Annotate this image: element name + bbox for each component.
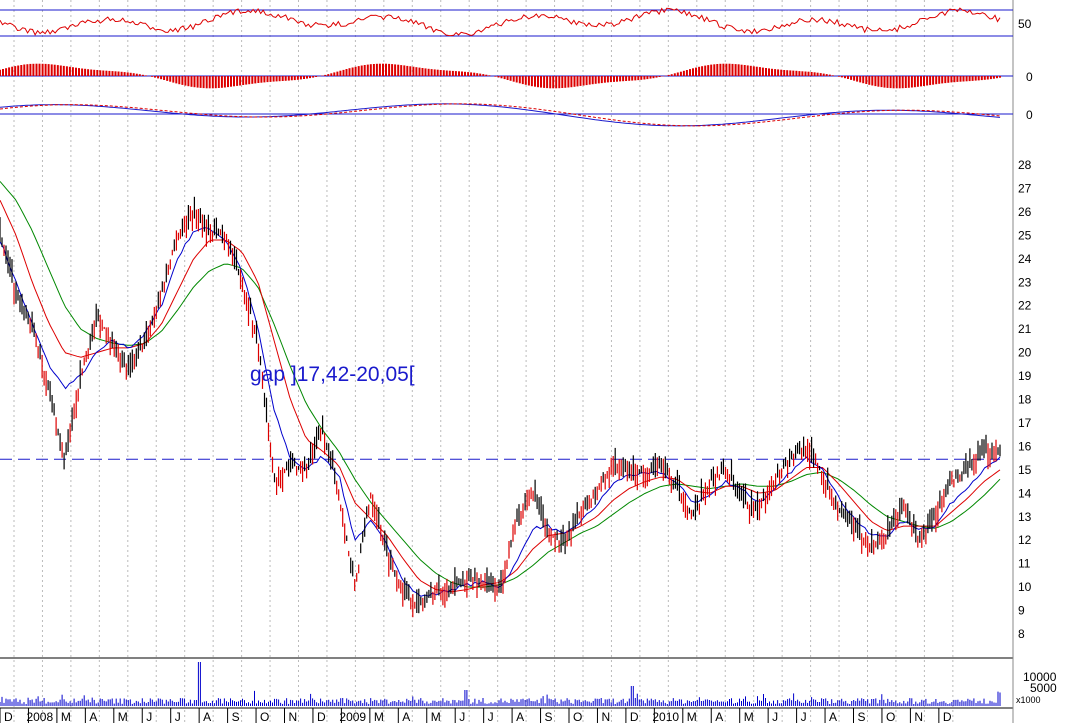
price-tick-label: 24 [1018, 252, 1032, 266]
month-label: O [886, 710, 895, 723]
month-label: D [943, 710, 952, 723]
month-grid [0, 0, 1013, 723]
month-label: J [146, 710, 152, 723]
macd-indicator-panel [0, 103, 1013, 127]
rsi-indicator-panel [0, 7, 1013, 37]
price-tick-label: 28 [1018, 158, 1032, 172]
price-tick-label: 26 [1018, 205, 1032, 219]
month-axis-labels: D 2008 M A M J J A S O N D 2009 M A M J J A S O N D 2010 M A M J J A S… [4, 710, 952, 724]
moving-average-long [0, 181, 1001, 588]
month-label: D [4, 710, 13, 723]
histogram-axis-label: 0 [1026, 70, 1033, 84]
month-label: M [744, 710, 754, 723]
month-label: M [118, 710, 128, 723]
price-tick-label: 13 [1018, 510, 1032, 524]
month-label: 2008 [26, 710, 53, 723]
month-label: M [687, 710, 697, 723]
price-tick-label: 15 [1018, 463, 1032, 477]
moving-average-mid [0, 199, 1001, 593]
month-label: N [601, 710, 610, 723]
month-label: A [203, 710, 211, 723]
volume-bars [0, 662, 1001, 706]
volume-unit-label: x1000 [1016, 695, 1041, 705]
volume-tick-5000: 5000 [1030, 681, 1057, 695]
month-label: N [289, 710, 298, 723]
price-tick-label: 27 [1018, 181, 1032, 195]
month-label: S [232, 710, 240, 723]
price-tick-label: 10 [1018, 580, 1032, 594]
month-label: M [431, 710, 441, 723]
month-label: A [829, 710, 837, 723]
rsi-axis-label: 50 [1018, 17, 1032, 31]
month-label: M [61, 710, 71, 723]
histogram-indicator-panel [0, 63, 1013, 89]
month-label: D [630, 710, 639, 723]
moving-average-short [0, 227, 1001, 597]
price-tick-label: 12 [1018, 533, 1032, 547]
macd-axis-label: 0 [1026, 108, 1033, 122]
month-label: O [260, 710, 269, 723]
price-tick-label: 14 [1018, 486, 1032, 500]
price-tick-label: 18 [1018, 393, 1032, 407]
month-label: J [772, 710, 778, 723]
month-label: S [858, 710, 866, 723]
price-tick-label: 22 [1018, 299, 1032, 313]
price-tick-label: 11 [1018, 557, 1031, 571]
chart-canvas: gap ]17,42-20,05[ 8 9 10 11 12 13 14 15 16 17 18 19… [0, 0, 1057, 724]
stock-chart: gap ]17,42-20,05[ 8 9 10 11 12 13 14 15 16 17 18 19… [0, 0, 1066, 724]
price-tick-label: 17 [1018, 416, 1032, 430]
month-label: J [175, 710, 181, 723]
month-label: A [516, 710, 524, 723]
price-tick-label: 16 [1018, 439, 1032, 453]
month-label: A [715, 710, 723, 723]
month-label: N [914, 710, 923, 723]
price-tick-label: 20 [1018, 346, 1032, 360]
month-label: D [317, 710, 326, 723]
price-tick-label: 19 [1018, 369, 1032, 383]
month-label: S [545, 710, 553, 723]
price-bars [0, 196, 1001, 618]
macd-line [0, 103, 1001, 127]
month-label: A [402, 710, 410, 723]
month-label: A [89, 710, 97, 723]
price-axis-ticks: 8 9 10 11 12 13 14 15 16 17 18 19 20 21 22 23 24 25 26 27 28 [1018, 158, 1032, 641]
month-label: J [801, 710, 807, 723]
month-label: J [459, 710, 465, 723]
price-tick-label: 25 [1018, 228, 1032, 242]
price-tick-label: 9 [1018, 604, 1025, 618]
price-tick-label: 8 [1018, 627, 1025, 641]
month-label: O [573, 710, 582, 723]
gap-annotation: gap ]17,42-20,05[ [250, 363, 415, 386]
month-label: 2010 [652, 710, 679, 723]
month-label: M [374, 710, 384, 723]
price-tick-label: 23 [1018, 275, 1032, 289]
month-label: J [488, 710, 494, 723]
rsi-line [0, 7, 1001, 37]
price-tick-label: 21 [1018, 322, 1032, 336]
month-label: 2009 [339, 710, 366, 723]
